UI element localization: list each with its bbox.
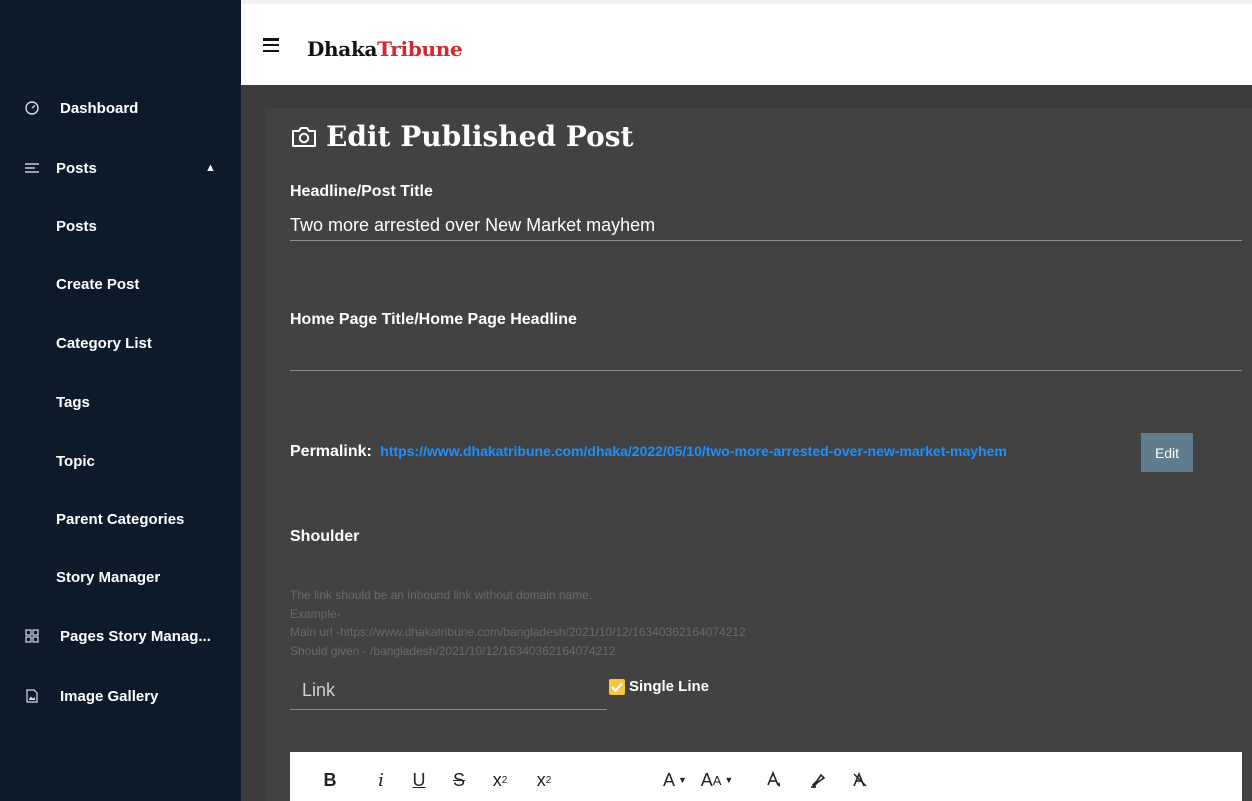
chevron-up-icon: ▲	[205, 162, 216, 174]
single-line-checkbox[interactable]: Single Line	[609, 678, 709, 695]
hint-line: Main url -https://www.dhakatribune.com/b…	[290, 625, 746, 639]
sidebar-item-label: Tags	[56, 393, 90, 411]
link-hint-text: The link should be an inbound link witho…	[290, 586, 746, 660]
page-title: Edit Published Post	[290, 120, 633, 153]
sidebar-item-label: Create Post	[56, 275, 140, 293]
sidebar-item-label: Dashboard	[60, 99, 139, 117]
dhaka-tribune-logo[interactable]: DhakaTribune	[307, 37, 463, 61]
rich-text-editor: B i U S x2 x2 A ▼ A A ▼	[290, 752, 1242, 801]
hint-line: Example-	[290, 606, 341, 621]
superscript-icon[interactable]: x2	[530, 768, 558, 792]
logo-text-dhaka: Dhaka	[307, 37, 378, 61]
edit-permalink-button[interactable]: Edit	[1141, 433, 1193, 472]
sidebar-item-topic[interactable]: Topic	[0, 441, 241, 481]
hint-line: The link should be an inbound link witho…	[290, 588, 593, 602]
permalink-label: Permalink:	[290, 443, 372, 460]
link-input[interactable]	[290, 672, 607, 710]
permalink: Permalink: https://www.dhakatribune.com/…	[290, 443, 1007, 461]
underline-icon[interactable]: U	[411, 768, 427, 792]
single-line-label: Single Line	[629, 678, 710, 695]
text-color-icon[interactable]	[765, 768, 783, 792]
sidebar-item-label: Posts	[56, 217, 97, 235]
headline-input[interactable]	[290, 211, 1242, 241]
sidebar-item-posts[interactable]: Posts	[0, 206, 241, 246]
logo-text-tribune: Tribune	[377, 37, 463, 61]
menu-icon[interactable]	[263, 38, 279, 52]
sidebar: Dashboard Posts ▲ Posts Create Post Cate…	[0, 0, 241, 801]
checkbox-checked-icon[interactable]	[609, 678, 625, 695]
sidebar-item-posts-group[interactable]: Posts ▲	[0, 148, 241, 188]
homepage-title-label: Home Page Title/Home Page Headline	[290, 311, 577, 328]
homepage-title-input[interactable]	[290, 341, 1242, 371]
sidebar-item-story-manager[interactable]: Story Manager	[0, 557, 241, 597]
clear-format-icon[interactable]	[850, 768, 870, 792]
bold-icon[interactable]: B	[323, 768, 337, 792]
sidebar-item-label: Pages Story Manag...	[60, 627, 211, 645]
camera-icon	[292, 126, 316, 147]
hint-line: Should given - /bangladesh/2021/10/12/16…	[290, 643, 616, 658]
file-image-icon	[24, 688, 40, 704]
sidebar-item-category-list[interactable]: Category List	[0, 323, 241, 363]
font-icon[interactable]: A ▼	[660, 768, 690, 792]
sidebar-item-label: Image Gallery	[60, 687, 159, 705]
italic-icon[interactable]: i	[376, 768, 386, 792]
sidebar-item-label: Category List	[56, 334, 152, 352]
highlight-icon[interactable]	[808, 768, 828, 792]
sidebar-item-label: Parent Categories	[56, 510, 185, 528]
sidebar-item-parent-categories[interactable]: Parent Categories	[0, 499, 241, 539]
page-title-text: Edit Published Post	[326, 120, 634, 153]
font-size-icon[interactable]: A A ▼	[696, 768, 738, 792]
strikethrough-icon[interactable]: S	[451, 768, 467, 792]
lines-icon	[24, 160, 40, 176]
sidebar-item-label: Topic	[56, 452, 95, 470]
sidebar-item-dashboard[interactable]: Dashboard	[0, 88, 241, 128]
headline-label: Headline/Post Title	[290, 183, 433, 200]
gauge-icon	[24, 100, 40, 116]
subscript-icon[interactable]: x2	[486, 768, 514, 792]
sidebar-item-tags[interactable]: Tags	[0, 382, 241, 422]
sidebar-item-create-post[interactable]: Create Post	[0, 264, 241, 304]
sidebar-item-label: Story Manager	[56, 568, 161, 586]
top-bar: DhakaTribune	[241, 0, 1252, 85]
grid-icon	[24, 628, 40, 644]
sidebar-item-label: Posts	[56, 159, 97, 177]
sidebar-item-pages-story-manager[interactable]: Pages Story Manag...	[0, 616, 241, 656]
permalink-url[interactable]: https://www.dhakatribune.com/dhaka/2022/…	[380, 443, 1007, 459]
shoulder-label: Shoulder	[290, 528, 360, 545]
sidebar-item-image-gallery[interactable]: Image Gallery	[0, 676, 241, 716]
